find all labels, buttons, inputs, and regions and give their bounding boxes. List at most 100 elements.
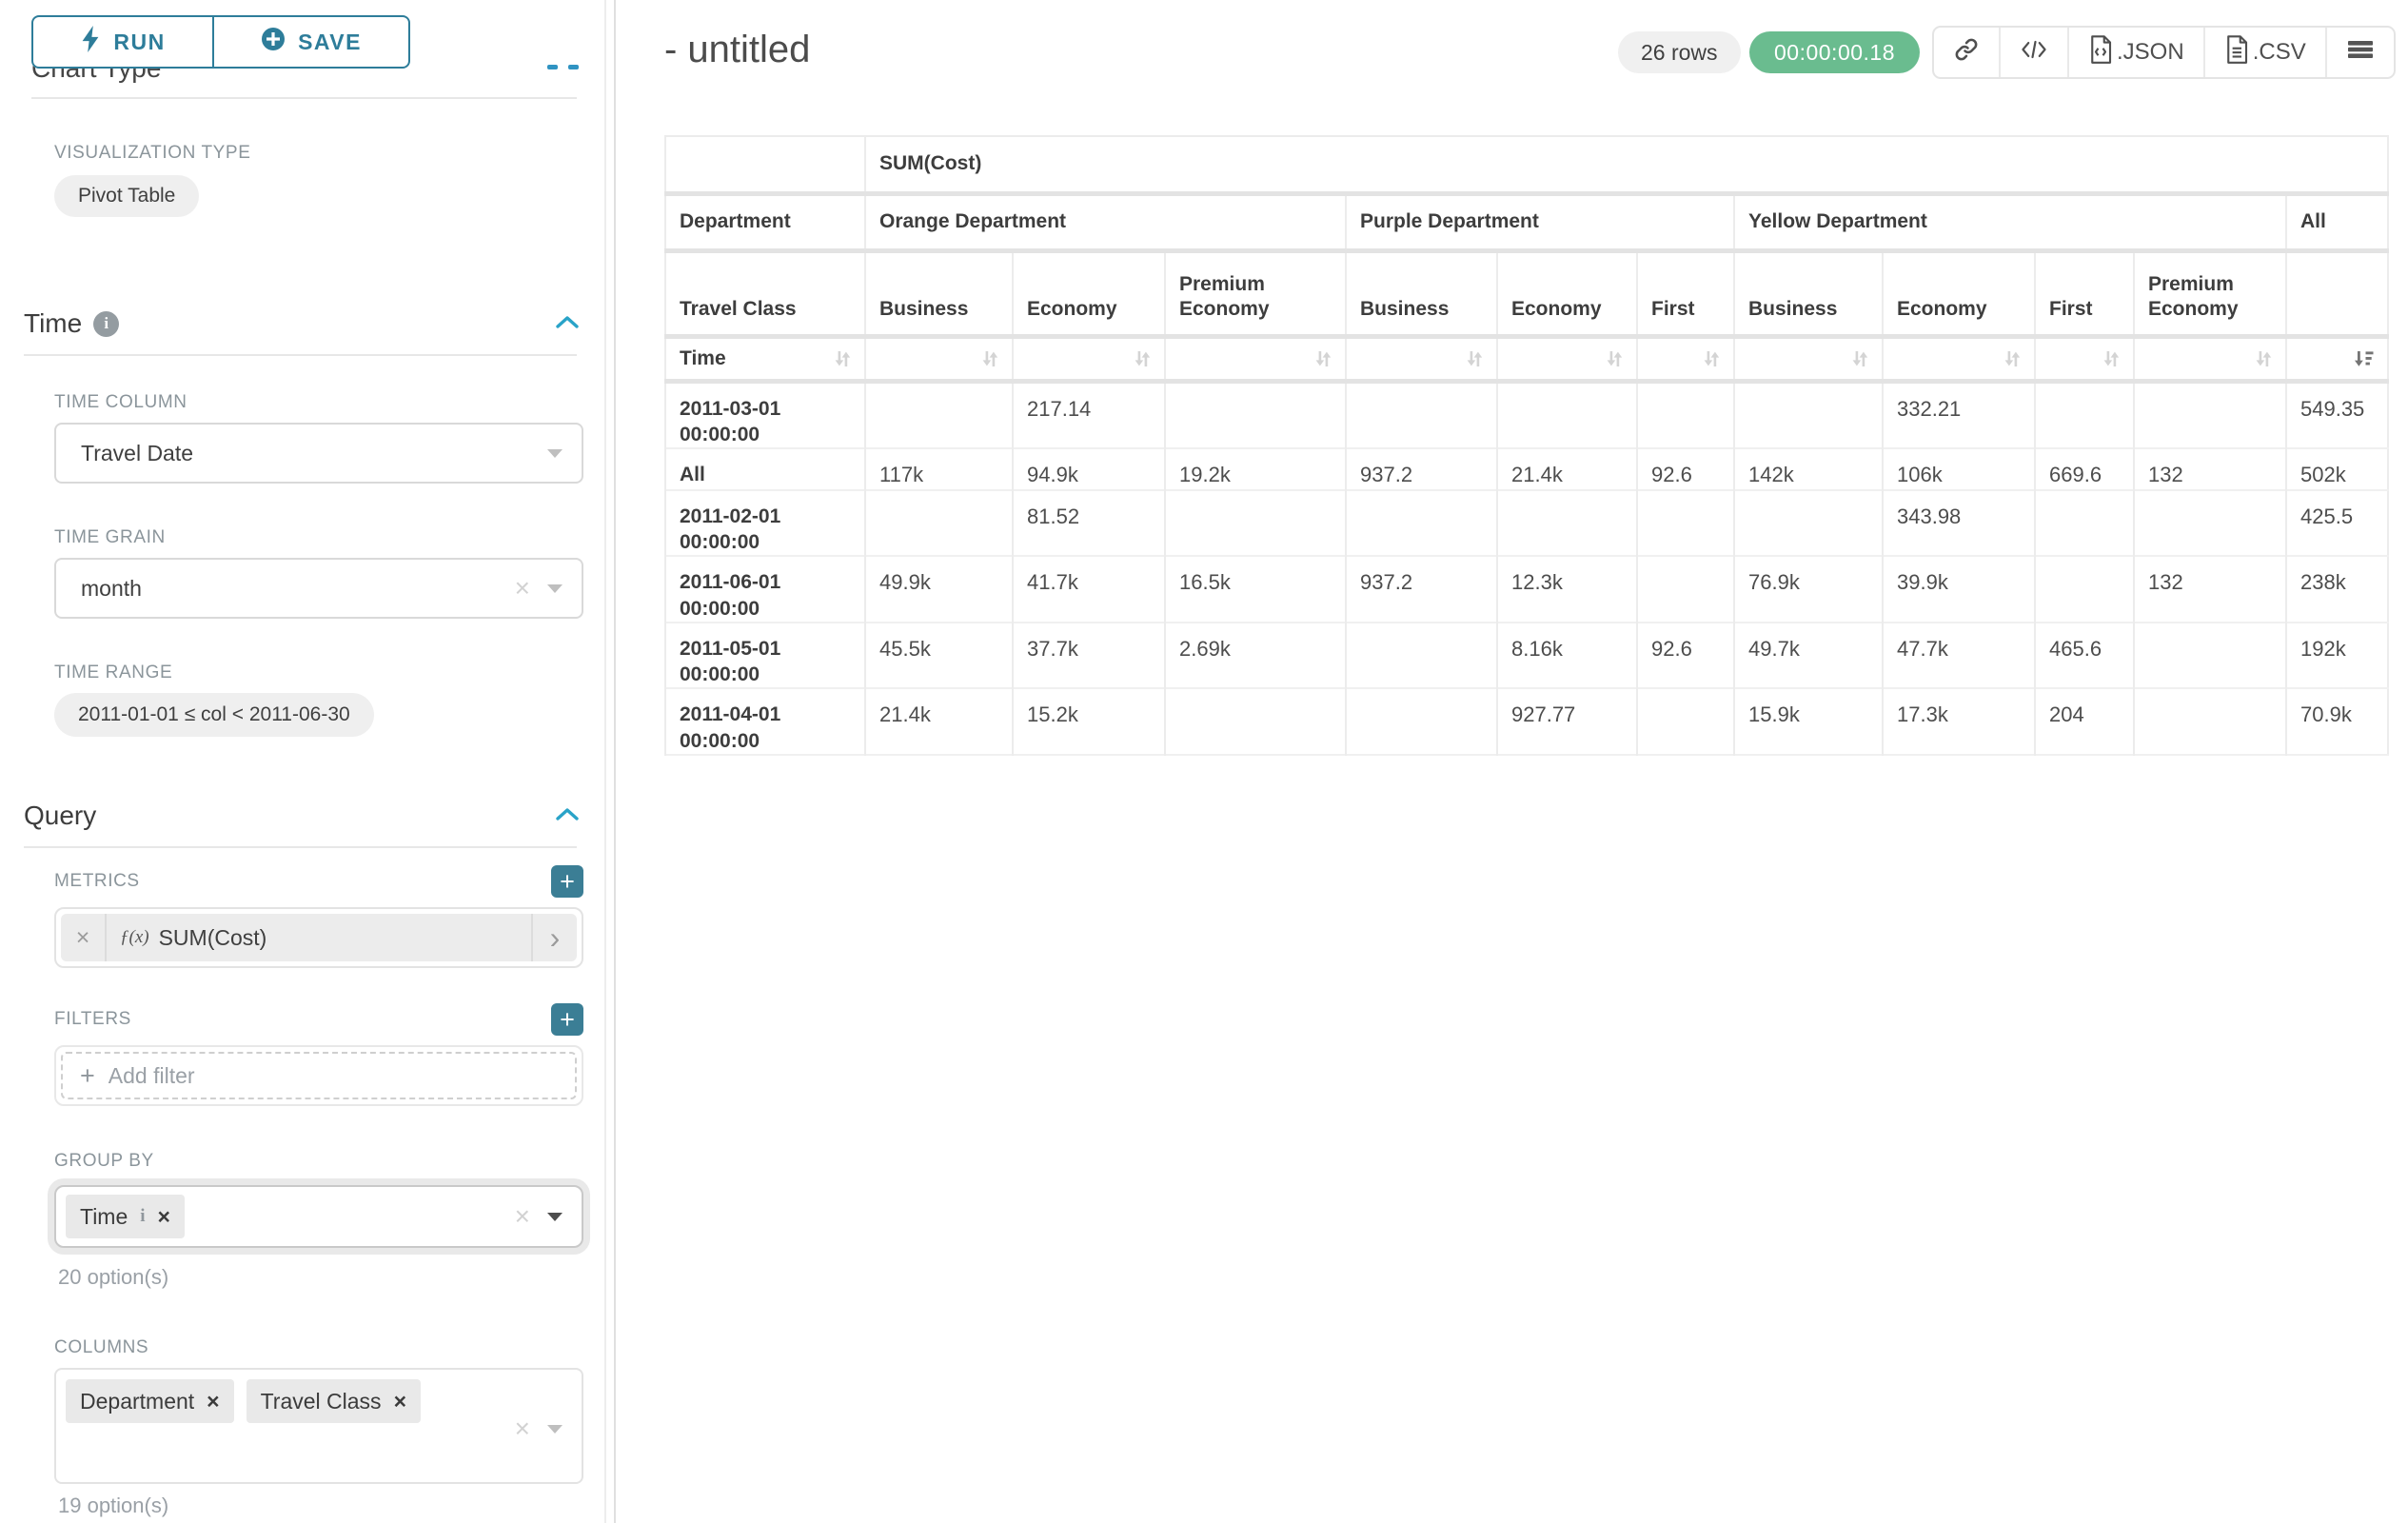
- sort-icon[interactable]: [1701, 348, 1722, 369]
- pivot-cell: [2035, 381, 2134, 448]
- add-filter-plus-button[interactable]: +: [551, 1003, 583, 1036]
- pivot-cell: [1637, 688, 1734, 755]
- pivot-cell: 927.77: [1497, 688, 1637, 755]
- dropdown-caret-icon[interactable]: [547, 1425, 563, 1434]
- remove-tag-icon[interactable]: ×: [394, 1391, 406, 1413]
- pivot-sort-cell: [865, 336, 1013, 381]
- pivot-data-row: 2011-03-01 00:00:00217.14332.21549.35: [665, 381, 2388, 448]
- add-filter-button[interactable]: + Add filter: [61, 1052, 577, 1099]
- dropdown-caret-icon[interactable]: [547, 449, 563, 458]
- columns-select[interactable]: Department × Travel Class × ×: [54, 1368, 583, 1484]
- pivot-cell: 37.7k: [1013, 623, 1165, 689]
- remove-tag-icon[interactable]: ×: [158, 1206, 170, 1228]
- pivot-sort-cell: [1165, 336, 1346, 381]
- pivot-cell: 8.16k: [1497, 623, 1637, 689]
- sort-icon[interactable]: [979, 348, 1000, 369]
- pivot-cell: 19.2k: [1165, 448, 1346, 490]
- pivot-cell: [1734, 381, 1883, 448]
- export-csv-button[interactable]: .CSV: [2203, 28, 2325, 77]
- clear-icon[interactable]: ×: [515, 1203, 530, 1230]
- share-link-button[interactable]: [1934, 28, 1999, 77]
- sort-icon[interactable]: [1464, 348, 1485, 369]
- sort-descending-icon[interactable]: [2354, 348, 2376, 369]
- groupby-select[interactable]: Time i × ×: [54, 1185, 583, 1248]
- pivot-class-header: First: [2035, 250, 2134, 336]
- time-range-value[interactable]: 2011-01-01 ≤ col < 2011-06-30: [54, 693, 374, 737]
- sidebar-scrollbar[interactable]: [604, 0, 606, 1523]
- pivot-cell: 39.9k: [1883, 556, 2035, 623]
- metrics-label: METRICS: [54, 871, 140, 892]
- menu-button[interactable]: [2325, 28, 2394, 77]
- link-icon: [1953, 36, 1980, 69]
- chart-area: - untitled 26 rows 00:00:00.18: [618, 0, 2408, 1523]
- sort-icon[interactable]: [2002, 348, 2023, 369]
- time-row-label: Time: [665, 336, 865, 381]
- pivot-group-header: Yellow Department: [1734, 193, 2286, 250]
- view-query-button[interactable]: [1999, 28, 2067, 77]
- remove-metric-icon[interactable]: ×: [61, 914, 107, 961]
- pivot-class-header: [2286, 250, 2388, 336]
- clear-icon[interactable]: ×: [515, 1415, 530, 1442]
- clear-icon[interactable]: ×: [515, 575, 530, 602]
- add-metric-button[interactable]: +: [551, 865, 583, 898]
- pivot-sort-cell: [1346, 336, 1497, 381]
- panel-divider: [614, 0, 616, 1523]
- pivot-row-label: 2011-03-01 00:00:00: [665, 381, 865, 448]
- pivot-row-label: 2011-02-01 00:00:00: [665, 490, 865, 557]
- pivot-cell: 76.9k: [1734, 556, 1883, 623]
- expand-metric-icon[interactable]: ›: [531, 914, 577, 961]
- pivot-cell: 15.9k: [1734, 688, 1883, 755]
- sort-icon[interactable]: [1132, 348, 1153, 369]
- pivot-cell: 465.6: [2035, 623, 2134, 689]
- pivot-cell: 132: [2134, 556, 2286, 623]
- pivot-cell: [865, 381, 1013, 448]
- sort-icon[interactable]: [1604, 348, 1625, 369]
- time-section-header: Time i: [24, 308, 583, 339]
- section-divider: [31, 97, 577, 99]
- sort-icon[interactable]: [1313, 348, 1333, 369]
- pivot-cell: 94.9k: [1013, 448, 1165, 490]
- pivot-cell: 238k: [2286, 556, 2388, 623]
- pivot-cell: [2134, 381, 2286, 448]
- collapse-chevron-icon[interactable]: [555, 806, 580, 826]
- export-json-button[interactable]: .JSON: [2067, 28, 2203, 77]
- pivot-row-label: 2011-04-01 00:00:00: [665, 688, 865, 755]
- time-column-select[interactable]: Travel Date: [54, 423, 583, 484]
- pivot-cell: [1346, 623, 1497, 689]
- visualization-type-value[interactable]: Pivot Table: [54, 175, 199, 217]
- columns-options-hint: 19 option(s): [58, 1493, 583, 1518]
- groupby-label: GROUP BY: [54, 1151, 583, 1172]
- dropdown-caret-icon[interactable]: [547, 584, 563, 593]
- time-grain-label: TIME GRAIN: [54, 527, 583, 548]
- sort-icon[interactable]: [832, 348, 853, 369]
- travel-class-dimension-label: Travel Class: [665, 250, 865, 336]
- sort-icon[interactable]: [2101, 348, 2122, 369]
- pivot-cell: 106k: [1883, 448, 2035, 490]
- travel-class-header-row: Travel ClassBusinessEconomyPremium Econo…: [665, 250, 2388, 336]
- pivot-cell: 92.6: [1637, 623, 1734, 689]
- filters-box: + Add filter: [54, 1045, 583, 1106]
- time-range-label: TIME RANGE: [54, 663, 583, 683]
- pivot-cell: 45.5k: [865, 623, 1013, 689]
- run-button[interactable]: RUN: [31, 15, 213, 69]
- pivot-cell: [2134, 623, 2286, 689]
- lightning-icon: [80, 26, 101, 58]
- pivot-table: SUM(Cost)DepartmentOrange DepartmentPurp…: [664, 135, 2389, 756]
- tag-info-icon[interactable]: i: [140, 1206, 145, 1227]
- sort-icon[interactable]: [2253, 348, 2274, 369]
- sort-icon[interactable]: [1849, 348, 1870, 369]
- pivot-cell: 425.5: [2286, 490, 2388, 557]
- pivot-data-row: 2011-02-01 00:00:0081.52343.98425.5: [665, 490, 2388, 557]
- filters-label: FILTERS: [54, 1009, 131, 1030]
- pivot-cell: [1165, 688, 1346, 755]
- dropdown-caret-icon[interactable]: [547, 1213, 563, 1221]
- save-button[interactable]: SAVE: [213, 15, 410, 69]
- pivot-class-header: Premium Economy: [1165, 250, 1346, 336]
- metric-item[interactable]: × ƒ(x) SUM(Cost) ›: [61, 914, 577, 961]
- time-grain-select[interactable]: month ×: [54, 558, 583, 619]
- pivot-cell: [2035, 556, 2134, 623]
- chart-title[interactable]: - untitled: [664, 29, 810, 71]
- collapse-chevron-icon[interactable]: [555, 314, 580, 334]
- remove-tag-icon[interactable]: ×: [207, 1391, 219, 1413]
- pivot-cell: 549.35: [2286, 381, 2388, 448]
